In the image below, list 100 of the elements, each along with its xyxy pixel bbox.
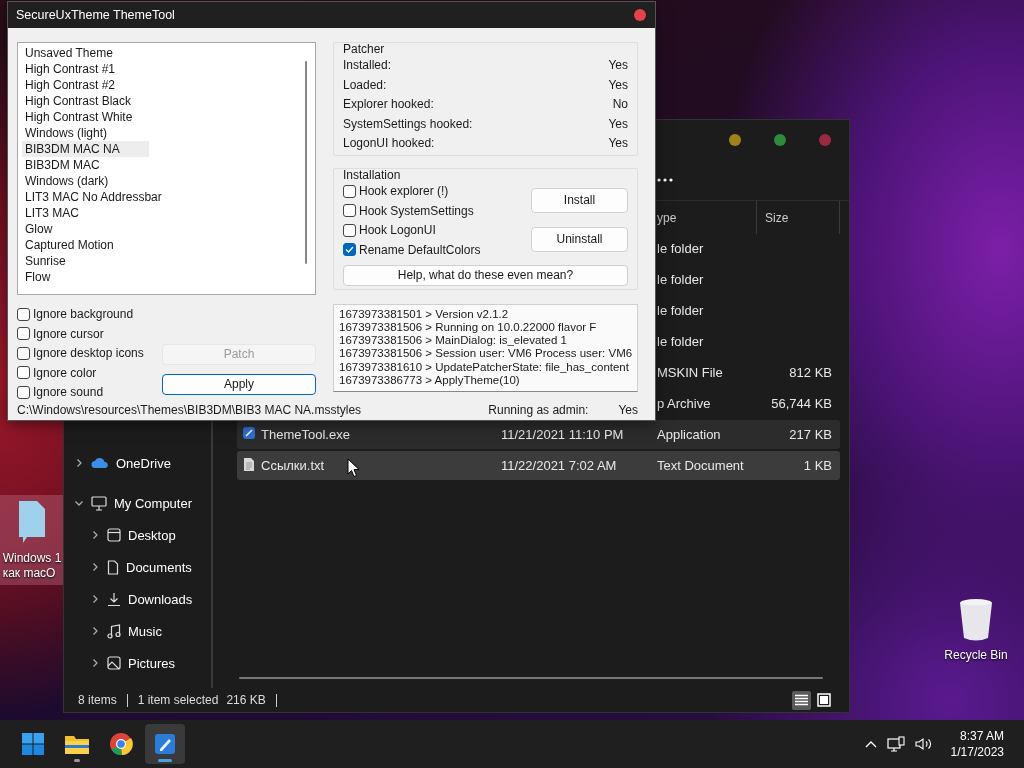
apply-button[interactable]: Apply	[162, 373, 316, 395]
desktop-icon-label: как macO	[2, 566, 56, 581]
checkbox-label: Ignore background	[33, 307, 134, 322]
selection-info: 1 item selected	[137, 693, 219, 707]
chevron-right-icon[interactable]	[74, 458, 84, 468]
chevron-right-icon[interactable]	[90, 658, 100, 668]
checkbox-label: Ignore color	[33, 365, 97, 380]
file-row[interactable]: ThemeTool.exe 11/21/2021 11:10 PM Application 217 KB	[237, 420, 840, 449]
minimize-button[interactable]	[729, 134, 741, 146]
checkbox[interactable]	[343, 223, 356, 237]
theme-list-item[interactable]: High Contrast Black	[22, 92, 149, 109]
help-button[interactable]: Help, what do these even mean?	[343, 264, 628, 286]
group-title: Patcher	[343, 42, 386, 56]
log-line: 1673973381506 > Session user: VM6 Process user: VM6	[339, 347, 633, 361]
install-button[interactable]: Install	[531, 187, 628, 213]
preview-view-icon	[816, 693, 831, 707]
sidebar-item[interactable]: Downloads	[128, 591, 193, 607]
theme-list-item[interactable]: LIT3 MAC	[22, 204, 149, 221]
sidebar-item[interactable]: Pictures	[128, 655, 175, 671]
theme-list-item[interactable]: BIB3DM MAC	[22, 156, 149, 173]
app-icon	[242, 426, 256, 440]
theme-list-item[interactable]: Unsaved Theme	[22, 44, 149, 61]
theme-list[interactable]	[17, 41, 316, 295]
running-indicator	[158, 759, 172, 762]
theme-list-item[interactable]: Windows (light)	[22, 124, 149, 141]
network-icon[interactable]	[886, 736, 905, 752]
file-name: ThemeTool.exe	[261, 427, 350, 442]
picture-icon	[107, 656, 121, 670]
details-view-icon	[795, 694, 808, 706]
recycle-bin-icon	[958, 598, 994, 642]
theme-list-item[interactable]: Captured Motion	[22, 236, 149, 253]
file-type: MSKIN File	[657, 365, 723, 380]
column-header[interactable]: ype	[657, 210, 756, 225]
checkbox[interactable]	[343, 184, 356, 198]
status-label: Installed:	[343, 58, 392, 73]
theme-list-item[interactable]: Flow	[22, 268, 149, 285]
clock[interactable]: 8:37 AM 1/17/2023	[950, 728, 1004, 760]
more-icon[interactable]	[657, 178, 673, 182]
chevron-right-icon[interactable]	[90, 562, 100, 572]
desktop-icon[interactable]: Windows 1 как macO	[0, 495, 64, 585]
checkbox[interactable]	[17, 385, 30, 399]
theme-list-item[interactable]: High Contrast White	[22, 108, 149, 125]
checkbox[interactable]	[343, 243, 356, 257]
pointer-icon	[347, 458, 360, 478]
chevron-up-icon[interactable]	[864, 740, 877, 748]
chevron-down-icon[interactable]	[74, 498, 84, 508]
file-type: p Archive	[657, 396, 711, 411]
volume-icon[interactable]	[914, 737, 933, 751]
column-header[interactable]: Size	[765, 210, 789, 225]
theme-list-item[interactable]: High Contrast #2	[22, 76, 149, 93]
selection-size: 216 KB	[226, 693, 266, 707]
scrollbar[interactable]	[239, 677, 823, 679]
checkbox[interactable]	[17, 346, 30, 360]
window-icon	[107, 528, 121, 542]
group-title: Installation	[343, 168, 402, 182]
theme-list-item[interactable]: High Contrast #1	[22, 60, 149, 77]
app-icon	[153, 732, 177, 756]
sidebar-item[interactable]: My Computer	[114, 495, 193, 511]
item-count: 8 items	[78, 693, 117, 707]
window-title: SecureUxTheme ThemeTool	[16, 7, 175, 22]
sidebar-item[interactable]: OneDrive	[116, 455, 171, 471]
scrollbar[interactable]	[305, 60, 307, 264]
status-label: Explorer hooked:	[343, 97, 434, 112]
file-row[interactable]: Ссылки.txt 11/22/2021 7:02 AM Text Document 1 KB	[237, 451, 840, 480]
file-name: Ссылки.txt	[261, 458, 325, 473]
chevron-right-icon[interactable]	[90, 626, 100, 636]
chevron-right-icon[interactable]	[90, 594, 100, 604]
maximize-button[interactable]	[774, 134, 786, 146]
download-icon	[107, 591, 121, 607]
checkbox-label: Rename DefaultColors	[359, 242, 481, 257]
sidebar-item[interactable]: Documents	[126, 559, 192, 575]
close-button[interactable]	[634, 8, 646, 21]
desktop-icon[interactable]: Recycle Bin	[940, 594, 1012, 667]
theme-list-item[interactable]: Glow	[22, 220, 149, 237]
sidebar-item[interactable]: Music	[128, 623, 162, 639]
admin-value: Yes	[618, 403, 638, 418]
log-line: 1673973381610 > UpdatePatcherState: file_has_content	[339, 360, 630, 374]
file-size: 217 KB	[789, 427, 832, 442]
view-button[interactable]	[792, 690, 811, 710]
log-box[interactable]	[333, 303, 638, 392]
checkbox[interactable]	[17, 366, 30, 380]
theme-list-item[interactable]: Sunrise	[22, 252, 149, 269]
theme-list-item[interactable]: Windows (dark)	[22, 172, 149, 189]
status-label: LogonUI hooked:	[343, 136, 435, 151]
view-button[interactable]	[814, 690, 833, 710]
chevron-right-icon[interactable]	[90, 530, 100, 540]
checkbox[interactable]	[17, 327, 30, 341]
file-type: Text Document	[657, 458, 744, 473]
uninstall-button[interactable]: Uninstall	[531, 226, 628, 252]
music-icon	[107, 623, 121, 639]
theme-list-item[interactable]: LIT3 MAC No Addressbar	[22, 188, 166, 205]
sidebar-item[interactable]: Desktop	[128, 527, 176, 543]
status-value: Yes	[608, 116, 628, 131]
taskbar-button[interactable]	[145, 724, 185, 764]
checkbox-label: Hook SystemSettings	[359, 203, 474, 218]
status-value: Yes	[608, 136, 628, 151]
theme-list-item[interactable]: BIB3DM MAC NA	[22, 140, 149, 157]
status-label: SystemSettings hooked:	[343, 116, 473, 131]
checkbox[interactable]	[343, 204, 356, 218]
checkbox[interactable]	[17, 307, 30, 321]
